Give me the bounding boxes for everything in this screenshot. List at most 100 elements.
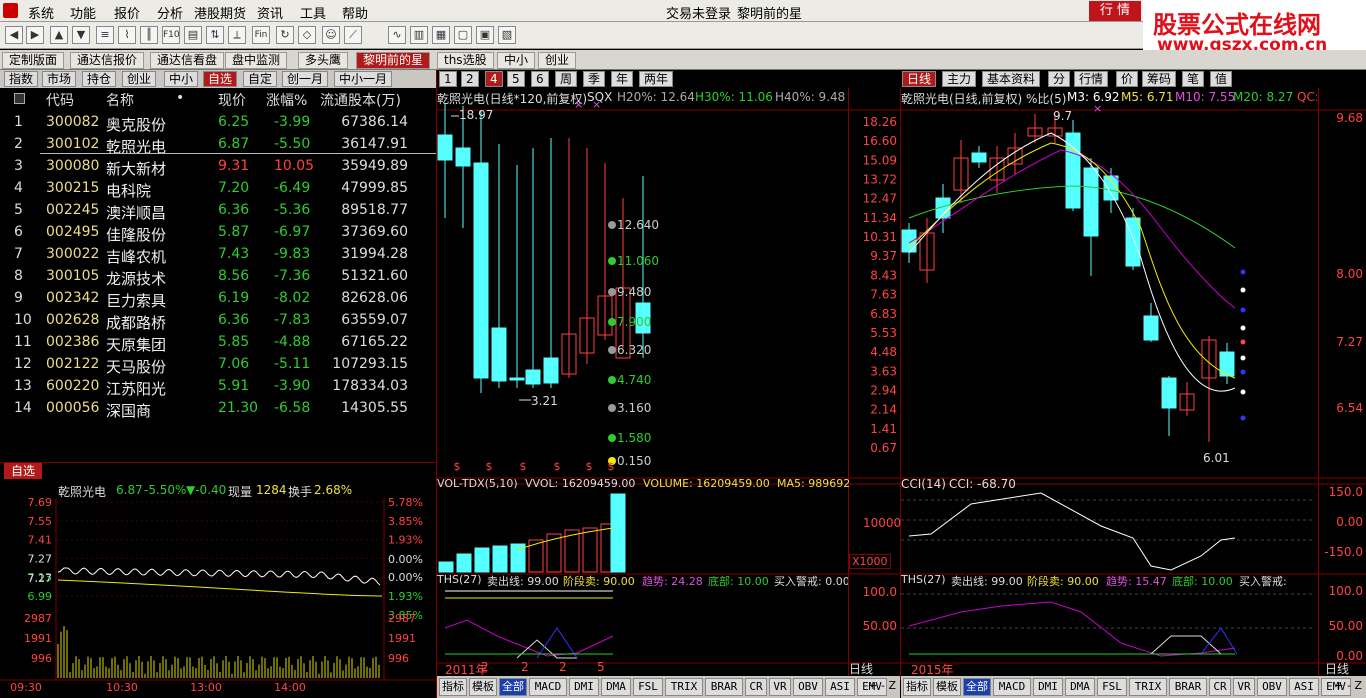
stock-row[interactable]: 4 300215 电科院 7.20 -6.49 47999.85 (0, 178, 436, 200)
indicator-tab[interactable]: CR (745, 678, 767, 696)
col-code[interactable]: 代码 (46, 90, 74, 110)
period-2[interactable]: 2 (461, 71, 479, 87)
indicator-tab[interactable]: VR (1233, 678, 1255, 696)
menu-hk-futures[interactable]: 港股期货 (194, 3, 246, 22)
list-icon[interactable]: ≡ (96, 26, 114, 44)
tab-quotes[interactable]: 行情 (1074, 71, 1109, 87)
tab-gem-month[interactable]: 创一月 (282, 71, 329, 87)
tab-fundamentals[interactable]: 基本资料 (982, 71, 1041, 87)
stock-row[interactable]: 10 002628 成都路桥 6.36 -7.83 63559.07 (0, 310, 436, 332)
tab-index[interactable]: 指数 (4, 71, 39, 87)
tab-value[interactable]: 值 (1210, 71, 1233, 87)
indicator-tab[interactable]: BRAR (1169, 678, 1207, 696)
tab-tdx-quote[interactable]: 通达信报价 (70, 52, 145, 69)
up-icon[interactable]: ▲ (50, 26, 68, 44)
period-year[interactable]: 年 (611, 71, 634, 87)
tab-custom-layout[interactable]: 定制版面 (2, 52, 65, 69)
indicator-tab[interactable]: TRIX (1129, 678, 1167, 696)
indicator-tab[interactable]: CR (1209, 678, 1231, 696)
stock-row[interactable]: 1 300082 奥克股份 6.25 -3.99 67386.14 (0, 112, 436, 134)
menu-analysis[interactable]: 分析 (157, 3, 183, 22)
menu-quote[interactable]: 报价 (114, 3, 140, 22)
watchlist-badge[interactable]: 自选 (4, 463, 42, 479)
period-1[interactable]: 1 (439, 71, 457, 87)
indicator-tab[interactable]: 全部 (499, 678, 527, 696)
indicator-tab[interactable]: BRAR (705, 678, 743, 696)
line-icon[interactable]: ∿ (388, 26, 406, 44)
period-5[interactable]: 5 (507, 71, 525, 87)
stock-row[interactable]: 2 300102 乾照光电 6.87 -5.50 36147.91 (0, 134, 436, 156)
tab-intraday-monitor[interactable]: 盘中监测 (225, 52, 288, 69)
stock-row[interactable]: 3 300080 新大新材 9.31 10.05 35949.89 (0, 156, 436, 178)
indicator-tab[interactable]: 指标 (903, 678, 931, 696)
tab-gem-list[interactable]: 创业 (122, 71, 157, 87)
indicator-tab[interactable]: 指标 (439, 678, 467, 696)
indicator-tab[interactable]: OBV (1257, 678, 1287, 696)
grid-icon[interactable]: ▦ (432, 26, 450, 44)
tab-position[interactable]: 持仓 (82, 71, 117, 87)
kline-icon[interactable]: ║ (140, 26, 158, 44)
stock-row[interactable]: 14 000056 深国商 21.30 -6.58 14305.55 (0, 398, 436, 420)
indicator-tab[interactable]: 模板 (933, 678, 961, 696)
indicator-tab[interactable]: DMA (1065, 678, 1095, 696)
stock-row[interactable]: 9 002342 巨力索具 6.19 -8.02 82628.06 (0, 288, 436, 310)
tile-icon[interactable]: ▣ (476, 26, 494, 44)
indicator-tab[interactable]: VR (769, 678, 791, 696)
tab-daily[interactable]: 日线 (902, 71, 937, 87)
period-season[interactable]: 季 (583, 71, 606, 87)
layout-icon[interactable]: ▧ (498, 26, 516, 44)
stock-row[interactable]: 7 300022 吉峰农机 7.43 -9.83 31994.28 (0, 244, 436, 266)
chart-icon[interactable]: ⌇ (118, 26, 136, 44)
menu-tools[interactable]: 工具 (300, 3, 326, 22)
indicator-tab[interactable]: 模板 (469, 678, 497, 696)
indicator-tab[interactable]: FSL (1097, 678, 1127, 696)
sort-icon[interactable] (14, 93, 25, 104)
bar-icon[interactable]: ▥ (410, 26, 428, 44)
indicator-tab[interactable]: MACD (529, 678, 567, 696)
stock-row[interactable]: 8 300105 龙源技术 8.56 -7.36 51321.60 (0, 266, 436, 288)
down-icon[interactable]: ▼ (72, 26, 90, 44)
tab-ths-select[interactable]: ths选股 (437, 52, 494, 69)
menu-function[interactable]: 功能 (70, 3, 96, 22)
indicator-tab[interactable]: DMA (601, 678, 631, 696)
stock-row[interactable]: 11 002386 天原集团 5.85 -4.88 67165.22 (0, 332, 436, 354)
tab-stroke[interactable]: 笔 (1182, 71, 1205, 87)
fin-icon[interactable]: Fin (252, 26, 270, 44)
menu-news[interactable]: 资讯 (257, 3, 283, 22)
tab-sme-list[interactable]: 中小 (164, 71, 199, 87)
indicator-tab[interactable]: ASI (1289, 678, 1319, 696)
tab-minute[interactable]: 分 (1048, 71, 1071, 87)
stock-row[interactable]: 5 002245 澳洋顺昌 6.36 -5.36 89518.77 (0, 200, 436, 222)
scroll-arrows-icon[interactable]: + - Z (868, 679, 896, 692)
menu-help[interactable]: 帮助 (342, 3, 368, 22)
indicator-tab[interactable]: DMI (1033, 678, 1063, 696)
stock-row[interactable]: 12 002122 天马股份 7.06 -5.11 107293.15 (0, 354, 436, 376)
tag-icon[interactable]: ◇ (298, 26, 316, 44)
indicator-tab[interactable]: FSL (633, 678, 663, 696)
compare-icon[interactable]: ⇅ (206, 26, 224, 44)
stock-row[interactable]: 6 002495 佳隆股份 5.87 -6.97 37369.60 (0, 222, 436, 244)
indicator-tab[interactable]: 全部 (963, 678, 991, 696)
tab-dawn-star[interactable]: 黎明前的星 (356, 52, 431, 69)
tab-gem[interactable]: 创业 (538, 52, 577, 69)
tab-custom[interactable]: 自定 (243, 71, 278, 87)
tab-sme[interactable]: 中小 (497, 52, 536, 69)
col-price[interactable]: 现价 (218, 90, 246, 110)
indicator-tab[interactable]: DMI (569, 678, 599, 696)
indicator-tab[interactable]: TRIX (665, 678, 703, 696)
tab-price[interactable]: 价 (1116, 71, 1139, 87)
col-name[interactable]: 名称 (106, 90, 134, 110)
quote-button[interactable]: 行 情 (1089, 1, 1141, 21)
refresh-icon[interactable]: ↻ (276, 26, 294, 44)
tab-watchlist[interactable]: 自选 (203, 71, 238, 87)
indicator-tab[interactable]: OBV (793, 678, 823, 696)
col-change[interactable]: 涨幅% (266, 90, 307, 110)
period-week[interactable]: 周 (555, 71, 578, 87)
indicator-tab[interactable]: ASI (825, 678, 855, 696)
doc-icon[interactable]: ▤ (184, 26, 202, 44)
forward-icon[interactable]: ▶ (26, 26, 44, 44)
trend-icon[interactable]: ⟋ (344, 26, 362, 44)
menu-system[interactable]: 系统 (28, 3, 54, 22)
back-icon[interactable]: ◀ (5, 26, 23, 44)
tab-bull-eagle[interactable]: 多头鹰 (298, 52, 349, 69)
